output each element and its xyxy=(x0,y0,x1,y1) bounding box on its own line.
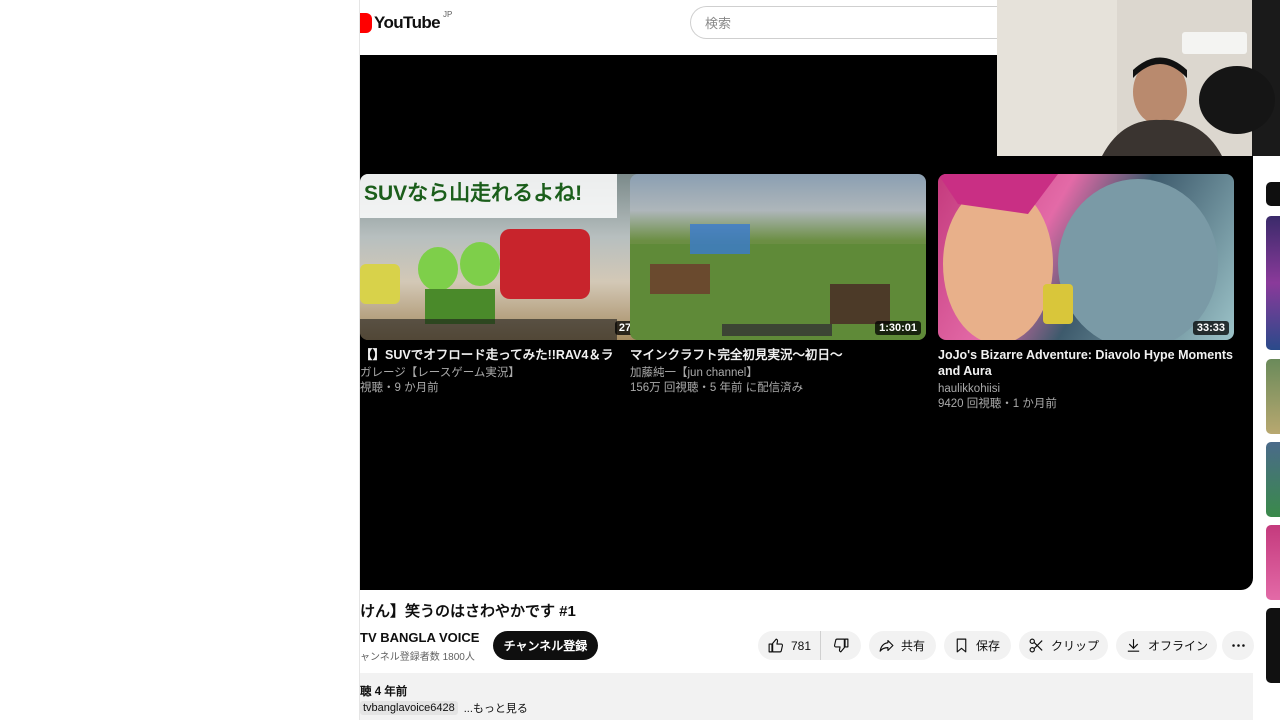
video-meta: 視聴・9 か月前 xyxy=(360,382,439,394)
video-meta: 9420 回視聴・1 か月前 xyxy=(938,398,1057,410)
webcam-feed-image xyxy=(997,0,1280,156)
video-thumbnail[interactable]: 33:33 xyxy=(938,174,1234,340)
thumbnail-art xyxy=(938,174,1218,340)
like-dislike-group: 781 xyxy=(758,631,861,660)
download-icon xyxy=(1127,639,1140,652)
video-thumbnail[interactable]: 1:30:01 xyxy=(630,174,926,340)
video-title[interactable]: 【】SUVでオフロード走ってみた!!RAV4＆ラ xyxy=(360,347,656,363)
webcam-overlay xyxy=(997,0,1280,156)
related-video-thumbnail[interactable] xyxy=(1266,216,1280,350)
video-channel[interactable]: 加藤純一【jun channel】 xyxy=(630,366,926,381)
search-placeholder: 検索 xyxy=(705,16,732,31)
video-meta: 156万 回視聴・5 年前 に配信済み xyxy=(630,382,804,394)
thumbs-up-icon xyxy=(768,638,784,653)
end-screen-video-card[interactable]: 33:33 JoJo's Bizarre Adventure: Diavolo … xyxy=(938,174,1234,412)
logo-text: YouTube xyxy=(374,13,441,32)
dislike-button[interactable] xyxy=(821,631,861,660)
end-screen-video-card[interactable]: SUVなら山走れるよね! 27:38 【】SUVでオフロード走ってみた!!RAV… xyxy=(360,174,656,396)
logo-region: JP xyxy=(443,10,453,19)
video-duration: 1:30:01 xyxy=(875,321,921,335)
save-label: 保存 xyxy=(976,639,1001,653)
like-count: 781 xyxy=(791,638,812,653)
share-button[interactable]: 共有 xyxy=(869,631,936,660)
related-video-thumbnail[interactable] xyxy=(1266,608,1280,683)
video-thumbnail[interactable]: SUVなら山走れるよね! 27:38 xyxy=(360,174,656,340)
like-button[interactable]: 781 xyxy=(758,631,821,660)
video-title[interactable]: マインクラフト完全初見実況〜初日〜 xyxy=(630,347,926,363)
filter-chip[interactable] xyxy=(1266,182,1280,206)
offline-download-button[interactable]: オフライン xyxy=(1116,631,1217,660)
more-horizontal-icon xyxy=(1231,644,1245,647)
clip-label: クリップ xyxy=(1051,639,1100,653)
offline-label: オフライン xyxy=(1148,639,1209,653)
thumbs-down-icon xyxy=(833,638,848,653)
description-box[interactable]: 聴 4 年前 tvbanglavoice6428 ...もっと見る xyxy=(360,673,1253,720)
scissors-icon xyxy=(1029,638,1043,653)
search-input[interactable]: 検索 xyxy=(690,6,1010,39)
show-more-link[interactable]: ...もっと見る xyxy=(464,700,528,716)
blank-side-panel xyxy=(0,0,360,720)
subscriber-count: ャンネル登録者数 1800人 xyxy=(360,652,475,663)
end-screen-video-card[interactable]: 1:30:01 マインクラフト完全初見実況〜初日〜 加藤純一【jun chann… xyxy=(630,174,926,396)
related-video-thumbnail[interactable] xyxy=(1266,359,1280,434)
related-videos-strip xyxy=(1262,156,1280,720)
more-actions-button[interactable] xyxy=(1222,631,1254,660)
bookmark-icon xyxy=(956,638,967,653)
video-channel[interactable]: ガレージ【レースゲーム実況】 xyxy=(360,366,656,381)
thumbnail-caption: SUVなら山走れるよね! xyxy=(364,182,583,205)
share-label: 共有 xyxy=(901,639,926,653)
clip-button[interactable]: クリップ xyxy=(1019,631,1108,660)
channel-handle-link[interactable]: tvbanglavoice6428 xyxy=(360,701,458,715)
related-video-thumbnail[interactable] xyxy=(1266,442,1280,517)
screen: YouTube JP 検索 SUVなら山走れるよね! 27:38 xyxy=(0,0,1280,720)
youtube-play-icon xyxy=(360,13,372,33)
thumbnail-art xyxy=(630,224,926,340)
save-button[interactable]: 保存 xyxy=(944,631,1011,660)
description-stats: 聴 4 年前 xyxy=(360,686,408,698)
share-icon xyxy=(879,639,894,652)
video-title-main: けん】笑うのはさわやかです #1 xyxy=(360,603,576,620)
description-line: tvbanglavoice6428 ...もっと見る xyxy=(360,700,528,716)
youtube-logo[interactable]: YouTube JP xyxy=(360,10,453,34)
video-duration: 33:33 xyxy=(1192,321,1229,335)
subscribe-button[interactable]: チャンネル登録 xyxy=(493,631,598,660)
video-title[interactable]: JoJo's Bizarre Adventure: Diavolo Hype M… xyxy=(938,347,1234,379)
video-channel[interactable]: haulikkohiisi xyxy=(938,382,1234,397)
related-video-thumbnail[interactable] xyxy=(1266,525,1280,600)
channel-name[interactable]: TV BANGLA VOICE xyxy=(360,630,479,645)
